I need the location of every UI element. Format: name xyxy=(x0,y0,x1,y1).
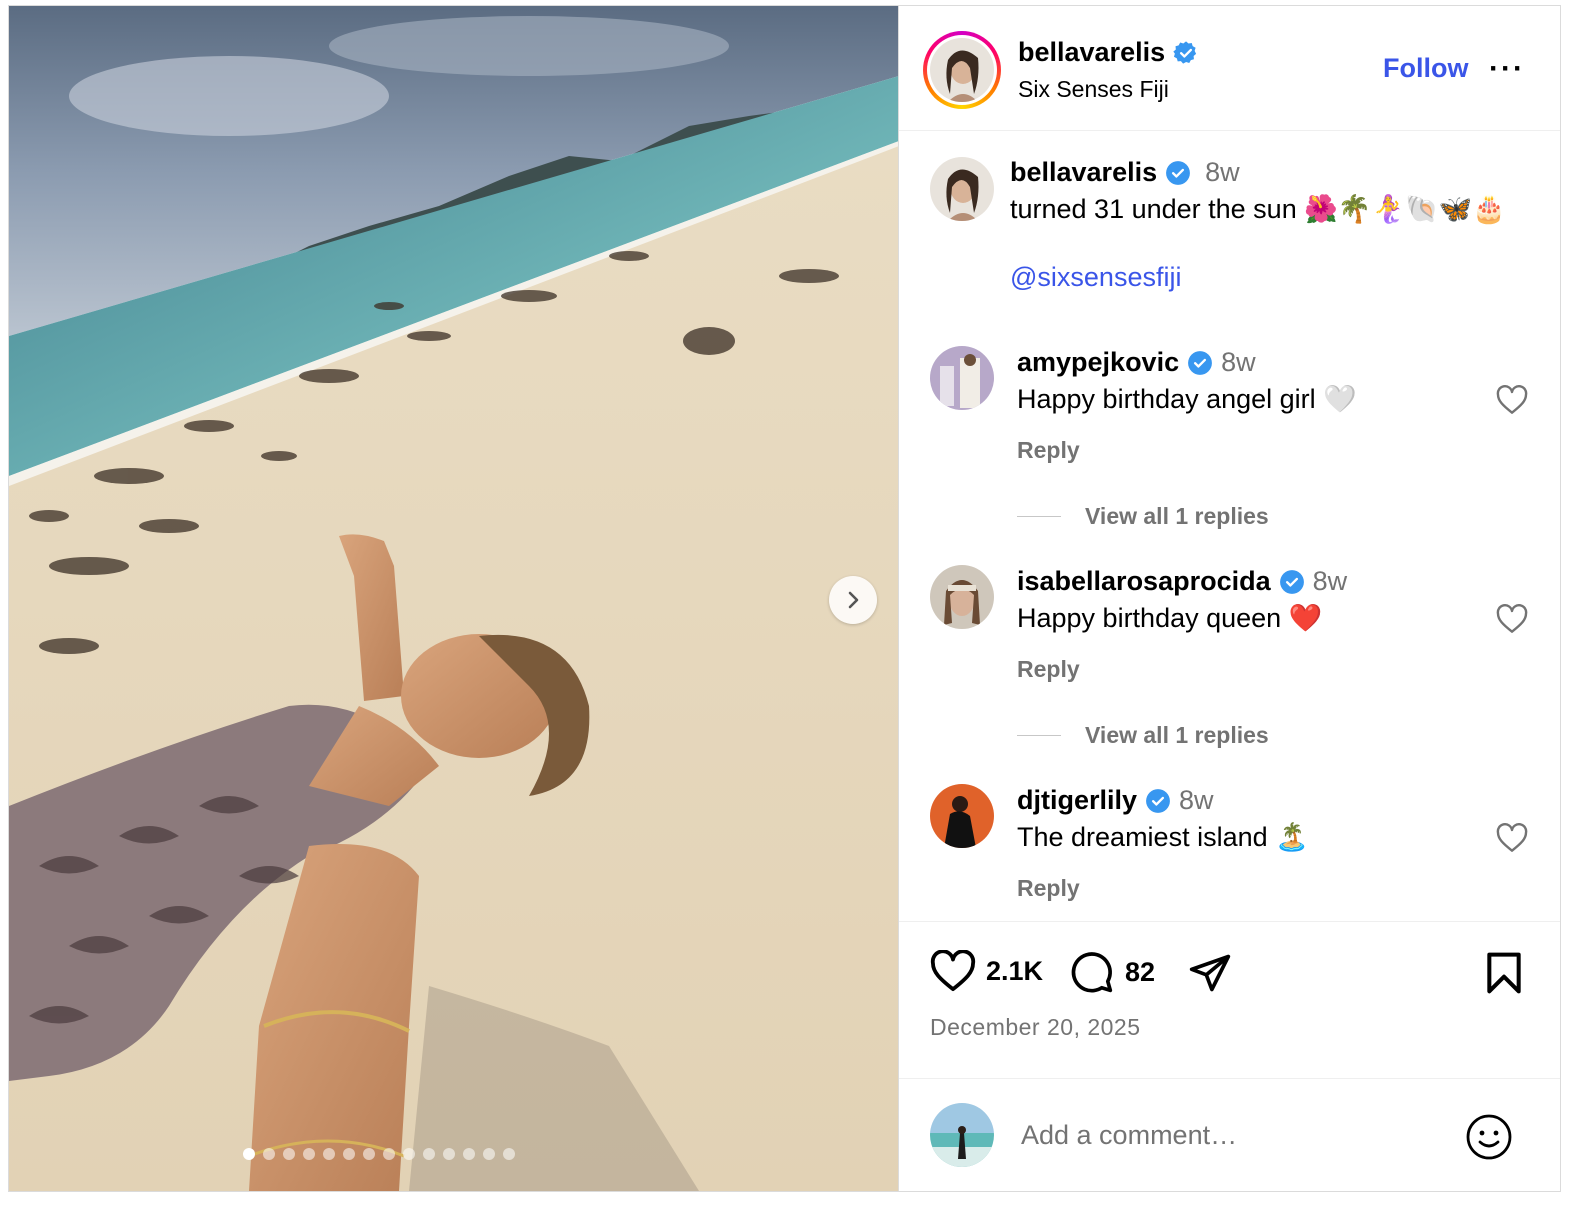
post-date: December 20, 2025 xyxy=(930,1014,1141,1040)
carousel-dot xyxy=(382,1148,395,1160)
comment-username[interactable]: amypejkovic xyxy=(1017,347,1179,378)
comment-button[interactable]: 82 xyxy=(1069,950,1155,994)
comment-time: 8w xyxy=(1221,347,1256,377)
comment-bubble-icon xyxy=(1071,952,1113,993)
post-header: bellavarelis Six Senses Fiji Follow ··· xyxy=(899,6,1560,131)
carousel-dot xyxy=(262,1148,275,1160)
add-comment-input[interactable] xyxy=(1019,1119,1443,1152)
verified-badge-icon xyxy=(1279,569,1304,594)
view-replies-label: View all 1 replies xyxy=(1085,503,1269,529)
author-username-row[interactable]: bellavarelis xyxy=(1018,37,1199,68)
verified-badge-icon xyxy=(1166,160,1191,185)
verified-badge-icon xyxy=(1146,788,1170,813)
emoji-picker-icon[interactable] xyxy=(1465,1113,1513,1161)
verified-badge-icon xyxy=(1173,40,1197,64)
like-button[interactable]: 2.1K xyxy=(930,950,1043,992)
comment-time: 8w xyxy=(1179,785,1214,815)
reply-button[interactable]: Reply xyxy=(1017,656,1080,683)
carousel-dot xyxy=(442,1148,455,1160)
commenter-avatar[interactable] xyxy=(930,565,994,629)
share-paper-plane-icon xyxy=(1189,954,1231,992)
comment-header: isabellarosaprocida 8w xyxy=(1017,566,1347,597)
carousel-dot xyxy=(342,1148,355,1160)
current-user-avatar xyxy=(930,1103,994,1167)
author-avatar[interactable] xyxy=(923,31,1001,109)
reply-button[interactable]: Reply xyxy=(1017,875,1080,902)
carousel-dot xyxy=(482,1148,495,1160)
comment-text: Happy birthday angel girl 🤍 xyxy=(1017,384,1357,414)
reply-button[interactable]: Reply xyxy=(1017,437,1080,464)
post-details-panel: bellavarelis Six Senses Fiji Follow ··· … xyxy=(899,6,1560,1191)
comment-like-heart-icon[interactable] xyxy=(1496,604,1528,634)
author-avatar-image xyxy=(930,38,994,102)
more-options-icon[interactable]: ··· xyxy=(1489,52,1525,86)
verified-badge-icon xyxy=(1188,350,1213,375)
comment-composer xyxy=(899,1078,1560,1189)
caption-mention-link[interactable]: @sixsensesfiji xyxy=(1010,262,1181,293)
post-modal: bellavarelis Six Senses Fiji Follow ··· … xyxy=(8,5,1561,1192)
carousel-dot xyxy=(362,1148,375,1160)
like-count: 2.1K xyxy=(986,955,1044,986)
comment-header: djtigerlily 8w xyxy=(1017,785,1214,816)
carousel-dot xyxy=(322,1148,335,1160)
caption-time: 8w xyxy=(1205,157,1240,187)
view-replies-button[interactable]: View all 1 replies xyxy=(1017,503,1269,530)
caption-header: bellavarelis 8w xyxy=(1010,157,1240,188)
chevron-right-icon xyxy=(848,591,859,609)
carousel-dot xyxy=(242,1148,255,1160)
comment-text: The dreamiest island 🏝️ xyxy=(1017,822,1309,852)
beach-photo xyxy=(9,6,898,1191)
comments-section: bellavarelis 8w turned 31 under the sun … xyxy=(899,131,1560,922)
share-button[interactable] xyxy=(1187,951,1233,995)
comment-username[interactable]: djtigerlily xyxy=(1017,785,1137,816)
caption-text: turned 31 under the sun 🌺🌴🧜‍♀️🐚🦋🎂 xyxy=(1010,194,1506,224)
post-media[interactable] xyxy=(9,6,899,1191)
comment-like-heart-icon[interactable] xyxy=(1496,385,1528,415)
comment-username[interactable]: isabellarosaprocida xyxy=(1017,566,1271,597)
view-replies-button[interactable]: View all 1 replies xyxy=(1017,722,1269,749)
heart-icon xyxy=(930,950,976,992)
next-slide-button[interactable] xyxy=(829,576,877,624)
bookmark-icon xyxy=(1487,952,1521,994)
commenter-avatar[interactable] xyxy=(930,784,994,848)
carousel-dot xyxy=(502,1148,515,1160)
carousel-dot xyxy=(462,1148,475,1160)
author-username[interactable]: bellavarelis xyxy=(1018,37,1165,68)
post-location[interactable]: Six Senses Fiji xyxy=(1018,76,1169,103)
caption-username[interactable]: bellavarelis xyxy=(1010,157,1157,188)
comment-count: 82 xyxy=(1125,956,1156,987)
comment-text: Happy birthday queen ❤️ xyxy=(1017,603,1323,633)
comment-time: 8w xyxy=(1312,566,1348,596)
caption-avatar[interactable] xyxy=(930,157,994,221)
divider-dash xyxy=(1017,516,1061,517)
follow-button[interactable]: Follow xyxy=(1383,53,1468,84)
comment-header: amypejkovic 8w xyxy=(1017,347,1256,378)
commenter-avatar[interactable] xyxy=(930,346,994,410)
view-replies-label: View all 1 replies xyxy=(1085,722,1269,748)
carousel-dot xyxy=(302,1148,315,1160)
carousel-dot xyxy=(422,1148,435,1160)
carousel-dot xyxy=(402,1148,415,1160)
comment-like-heart-icon[interactable] xyxy=(1496,823,1528,853)
carousel-dot xyxy=(282,1148,295,1160)
carousel-dots xyxy=(9,1148,898,1160)
save-button[interactable] xyxy=(1484,951,1524,995)
divider-dash xyxy=(1017,735,1061,736)
